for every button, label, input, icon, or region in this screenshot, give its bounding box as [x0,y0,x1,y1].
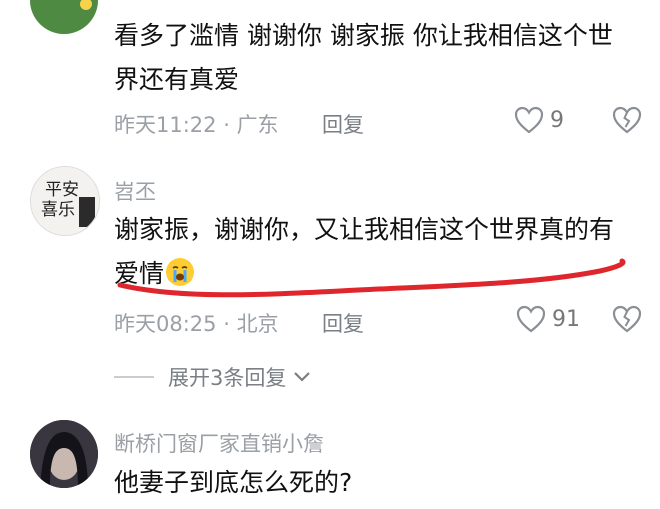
broken-heart-icon [612,305,642,333]
avatar[interactable] [30,0,98,34]
comment-meta: 昨天11:22 · 广东 [114,113,279,137]
divider [114,376,154,378]
heart-icon [516,305,546,333]
chevron-down-icon [294,372,311,382]
comment-text: 看多了滥情 谢谢你 谢家振 你让我相信这个世界还有真爱 [114,21,613,94]
like-button[interactable]: 9 [514,106,564,134]
comment-location: 广东 [236,113,279,137]
dislike-button[interactable] [612,106,642,138]
comment-location: 北京 [236,312,279,336]
like-count: 91 [552,306,580,332]
svg-text:平: 平 [45,180,62,200]
comment-username[interactable]: 岧丕 [114,176,156,206]
comment-time: 昨天08:25 [114,312,217,336]
comment-text: 他妻子到底怎么死的? [114,468,353,497]
svg-text:安: 安 [62,180,79,200]
avatar[interactable]: 平 安 喜 乐 [30,166,100,236]
comment-meta: 昨天08:25 · 北京 [114,312,279,336]
heart-icon [514,106,544,134]
comment-username[interactable]: 断桥门窗厂家直销小詹 [114,428,324,458]
svg-text:乐: 乐 [58,200,75,220]
reply-button[interactable]: 回复 [322,109,364,139]
avatar[interactable] [30,420,98,488]
dislike-button[interactable] [612,305,642,337]
like-count: 9 [550,107,564,133]
expand-replies-label: 展开3条回复 [168,366,287,390]
expand-replies[interactable]: 展开3条回复 [114,362,312,392]
like-button[interactable]: 91 [516,305,580,333]
comment-time: 昨天11:22 [114,113,217,137]
reply-button[interactable]: 回复 [322,308,364,338]
svg-text:喜: 喜 [41,200,58,220]
broken-heart-icon [612,106,642,134]
